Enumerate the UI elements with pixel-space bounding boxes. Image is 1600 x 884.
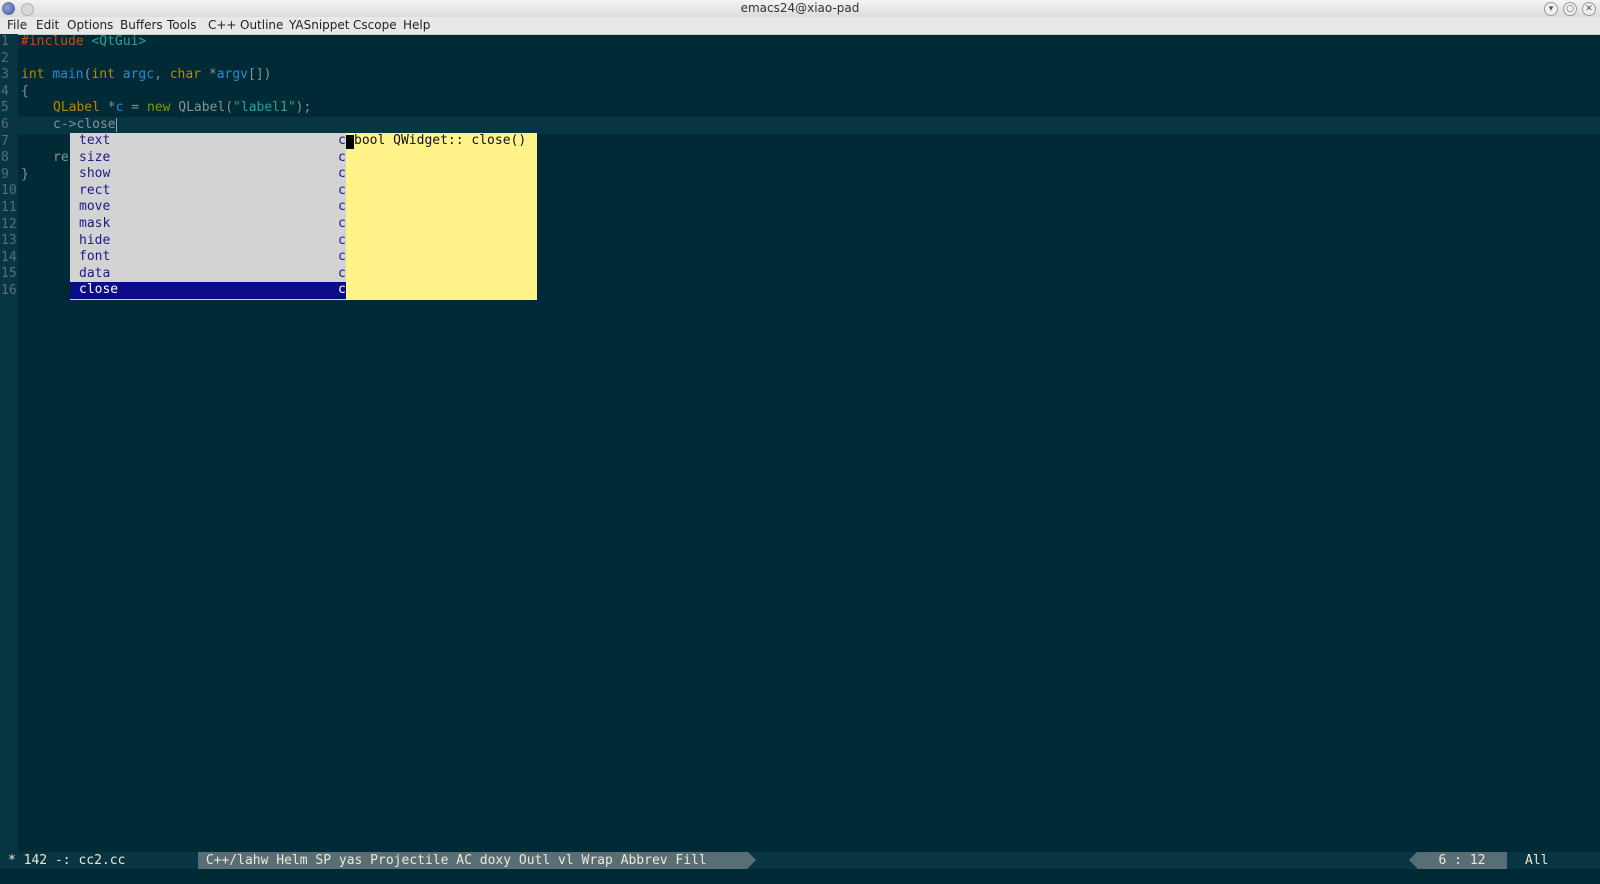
separator-arrow [748,852,756,868]
code-line-8: re [53,150,69,166]
code-line-3: int main(int argc, char *argv[]) [21,67,272,84]
line-number: 16 [1,283,17,298]
menu-tools[interactable]: Tools [167,18,197,32]
line-number: 13 [1,233,17,249]
statement-end: ); [295,100,312,116]
pointer-star: * [201,67,217,83]
line-number: 10 [1,183,17,199]
menu-outline[interactable]: Outline [240,18,283,32]
menu-buffers[interactable]: Buffers [120,18,163,32]
menu-edit[interactable]: Edit [36,18,59,32]
echo-area[interactable] [0,869,1600,884]
menu-cpp[interactable]: C++ [208,18,237,32]
preprocessor-directive: #include [21,34,84,49]
code-line-5: QLabel *c = new QLabel("label1"); [53,100,311,117]
completion-item[interactable]: text c [70,133,346,150]
separator: , [154,67,170,83]
code-line-1: #include <QtGui> [21,34,146,51]
type-keyword: char [169,67,202,83]
pointer-star: * [99,100,116,116]
param-name: argv [216,67,249,83]
autocomplete-popup[interactable]: text c size c show c rect c move c mask c hide… [70,133,346,300]
code-line-6: c->close [53,117,117,134]
line-number: 15 [1,266,17,282]
completion-item[interactable]: hide c [70,233,346,250]
title-bar: emacs24@xiao-pad ▾ ○ ✕ [0,0,1600,17]
paren: []) [248,67,272,83]
text-cursor [115,117,117,132]
type-keyword: int [21,67,45,83]
separator-arrow [190,852,198,868]
function-name: main [52,67,84,83]
line-number: 12 [1,216,17,232]
menu-file[interactable]: File [7,18,27,32]
quick-help-text: bool QWidget:: close() [354,133,527,148]
completion-item[interactable]: rect c [70,183,346,200]
line-number: 6 [1,117,9,132]
type-keyword: int [91,67,115,83]
minor-modes[interactable]: C++/lahw Helm SP yas Projectile AC doxy … [198,852,748,869]
completion-item[interactable]: data c [70,266,346,283]
quick-help-cursor [346,135,354,149]
include-header: <QtGui> [91,34,147,49]
menu-bar: File Edit Options Buffers Tools C++ Outl… [0,17,1600,35]
menu-options[interactable]: Options [67,18,113,32]
completion-item[interactable]: font c [70,249,346,266]
line-number: 2 [1,50,9,66]
code-line-9: } [21,166,29,182]
menu-cscope[interactable]: Cscope [353,18,397,32]
buffer-status: * 142 -: cc2.cc [8,853,126,868]
line-number: 1 [1,34,9,49]
mode-line: * 142 -: cc2.cc C++/lahw Helm SP yas Pro… [0,852,1600,869]
window-title: emacs24@xiao-pad [740,1,860,15]
current-line-highlight [18,117,1600,134]
completion-item[interactable]: size c [70,150,346,167]
menu-help[interactable]: Help [403,18,430,32]
completion-item[interactable]: show c [70,166,346,183]
maximize-icon[interactable]: ○ [1563,2,1577,16]
line-number: 11 [1,200,17,215]
completion-item[interactable]: move c [70,199,346,216]
cursor-position: 6 : 12 [1417,852,1507,869]
quick-help-popup: bool QWidget:: close() [346,133,537,300]
line-number: 3 [1,67,9,83]
member-access: c->close [53,117,116,132]
line-number-gutter: 1 2 3 4 5 6 7 8 9 10 11 12 13 14 15 16 [0,34,18,852]
line-number: 8 [1,150,9,166]
completion-item[interactable]: mask c [70,216,346,233]
constructor-call: QLabel( [170,100,234,116]
buffer-extent: All [1525,853,1549,868]
separator-arrow [1507,852,1515,868]
line-number: 4 [1,83,9,99]
close-window-icon[interactable]: ✕ [1582,2,1596,16]
string-literal: "label1" [233,100,296,116]
line-number: 9 [1,166,9,182]
line-number: 5 [1,100,9,116]
param-name: argc [122,67,155,83]
line-number: 7 [1,133,9,149]
assignment: = [123,100,147,116]
type-name: QLabel [53,100,100,116]
line-number: 14 [1,249,17,265]
separator-arrow [1409,852,1417,868]
menu-yasnippet[interactable]: YASnippet [289,18,350,32]
minimize-icon[interactable]: ▾ [1544,2,1558,16]
code-line-4: { [21,83,29,99]
completion-item-selected[interactable]: close c [70,282,346,299]
new-keyword: new [146,100,171,116]
